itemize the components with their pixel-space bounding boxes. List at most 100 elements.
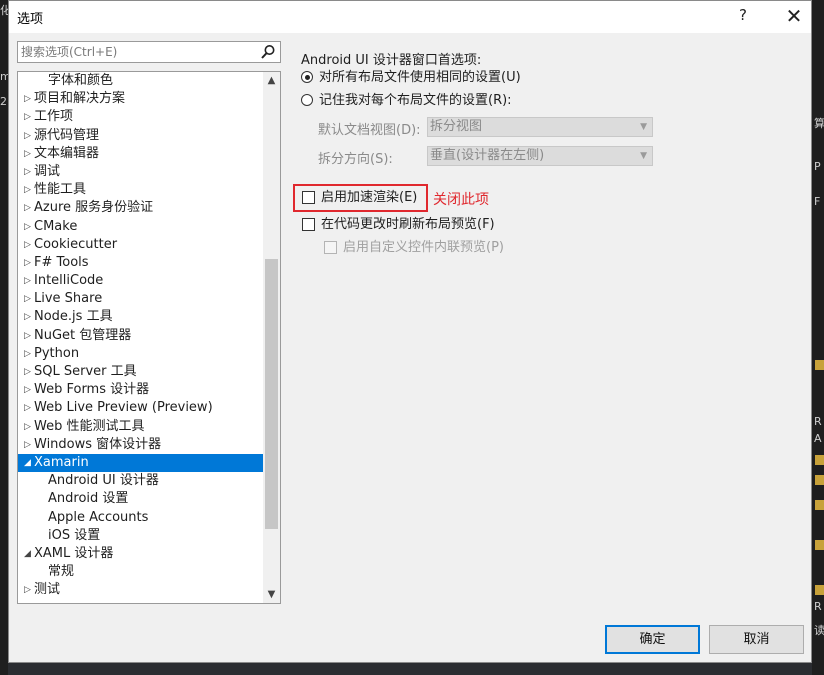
expanded-arrow-icon[interactable]: ◢ [24,454,34,472]
tree-item[interactable]: ▷ 测试 [18,581,264,599]
tree-item[interactable]: ◢ Xamarin [18,453,264,473]
tree-item[interactable]: ▷ 性能工具 [18,181,264,199]
tree-item-label: IntelliCode [34,273,104,289]
search-icon[interactable] [260,44,276,60]
collapsed-arrow-icon[interactable]: ▷ [24,108,34,126]
collapsed-arrow-icon[interactable]: ▷ [24,181,34,199]
cancel-button[interactable]: 取消 [709,625,804,654]
search-box [17,41,281,63]
collapsed-arrow-icon[interactable]: ▷ [24,345,34,363]
tree-list: 字体和颜色 ▷ 项目和解决方案 ▷ 工作项 ▷ 源代码管理 ▷ 文本编辑器 ▷ 调试 ▷ 性能工具 ▷ Az… [18,72,264,599]
tree-item[interactable]: ▷ 调试 [18,163,264,181]
tree-item-label: Web 性能测试工具 [34,418,145,434]
tree-item-label: 工作项 [34,109,74,125]
collapsed-arrow-icon[interactable]: ▷ [24,308,34,326]
collapsed-arrow-icon[interactable]: ▷ [24,290,34,308]
tree-item[interactable]: ▷ Cookiecutter [18,236,264,254]
checkbox-label: 启用加速渲染(E) [321,190,418,205]
options-dialog: 选项 ? ✕ 字体和颜色▷项目和解决方案▷工作项▷源代码管理▷文本编辑器▷调试▷… [8,0,812,663]
tree-item[interactable]: ▷ 源代码管理 [18,127,264,145]
ok-button[interactable]: 确定 [605,625,700,654]
background-marker [815,585,824,595]
section-heading: Android UI 设计器窗口首选项: [301,53,482,68]
tree-item-label: 项目和解决方案 [34,91,126,107]
scroll-up-icon[interactable]: ▲ [263,72,280,89]
collapsed-arrow-icon[interactable]: ▷ [24,218,34,236]
collapsed-arrow-icon[interactable]: ▷ [24,381,34,399]
tree-item-label: NuGet 包管理器 [34,327,132,343]
checkbox-icon[interactable] [302,218,315,231]
collapsed-arrow-icon[interactable]: ▷ [24,90,34,108]
scroll-thumb[interactable] [265,259,278,529]
background-text: P [814,160,821,173]
select-value: 垂直(设计器在左侧) [430,148,545,163]
collapsed-arrow-icon[interactable]: ▷ [24,145,34,163]
collapsed-arrow-icon[interactable]: ▷ [24,418,34,436]
tree-item-label: 字体和颜色 [48,73,114,88]
tree-item[interactable]: ▷ Node.js 工具 [18,308,264,326]
tree-item[interactable]: Android UI 设计器 [18,472,264,490]
tree-item-label: CMake [34,218,78,234]
radio-selected-icon[interactable] [301,71,313,83]
tree-item[interactable]: ▷ Web 性能测试工具 [18,418,264,436]
tree-item[interactable]: ▷ NuGet 包管理器 [18,327,264,345]
tree-item[interactable]: ▷ 工作项 [18,108,264,126]
checkbox-icon[interactable] [302,191,315,204]
tree-item[interactable]: ▷ Web Live Preview (Preview) [18,399,264,417]
select-value: 拆分视图 [430,119,483,134]
annotation-text: 关闭此项 [433,192,489,208]
background-app-left: 化 m 2 [0,0,11,675]
default-view-select[interactable]: 拆分视图 ▼ [427,117,653,137]
collapsed-arrow-icon[interactable]: ▷ [24,436,34,454]
tree-item[interactable]: ▷ SQL Server 工具 [18,363,264,381]
tree-item[interactable]: ▷ F# Tools [18,254,264,272]
collapsed-arrow-icon[interactable]: ▷ [24,199,34,217]
tree-item[interactable]: ▷ 文本编辑器 [18,145,264,163]
tree-item-label: 常规 [48,564,75,580]
tree-item[interactable]: ▷ Live Share [18,290,264,308]
split-direction-select[interactable]: 垂直(设计器在左侧) ▼ [427,146,653,166]
tree-item[interactable]: ▷ CMake [18,218,264,236]
background-app-right: 算 P F R A R 读 [812,0,824,675]
tree-item[interactable]: ▷ IntelliCode [18,272,264,290]
tree-item[interactable]: iOS 设置 [18,527,264,545]
tree-scrollbar[interactable]: ▲ ▼ [263,72,280,603]
background-text: R [814,415,822,428]
checkbox-icon[interactable] [324,241,337,254]
collapsed-arrow-icon[interactable]: ▷ [24,127,34,145]
tree-item-label: Cookiecutter [34,236,118,252]
tree-item[interactable]: 字体和颜色 [18,72,264,90]
tree-item-label: 调试 [34,163,61,179]
collapsed-arrow-icon[interactable]: ▷ [24,327,34,345]
tree-item-label: XAML 设计器 [34,545,114,561]
scroll-down-icon[interactable]: ▼ [263,586,280,603]
collapsed-arrow-icon[interactable]: ▷ [24,581,34,599]
collapsed-arrow-icon[interactable]: ▷ [24,363,34,381]
expanded-arrow-icon[interactable]: ◢ [24,545,34,563]
tree-item[interactable]: ▷ Windows 窗体设计器 [18,436,264,454]
tree-item[interactable]: ▷ Python [18,345,264,363]
title-bar[interactable]: 选项 ? ✕ [9,1,811,33]
tree-item[interactable]: ▷ Azure 服务身份验证 [18,199,264,217]
close-button[interactable]: ✕ [781,5,807,29]
tree-item-label: iOS 设置 [48,527,101,543]
collapsed-arrow-icon[interactable]: ▷ [24,399,34,417]
collapsed-arrow-icon[interactable]: ▷ [24,163,34,181]
checkbox-label: 在代码更改时刷新布局预览(F) [321,217,495,232]
default-view-label: 默认文档视图(D): [318,123,421,138]
help-button[interactable]: ? [731,6,755,28]
tree-item[interactable]: ▷ 项目和解决方案 [18,90,264,108]
search-input[interactable] [21,43,257,61]
tree-item[interactable]: 常规 [18,563,264,581]
chevron-down-icon: ▼ [640,122,647,132]
collapsed-arrow-icon[interactable]: ▷ [24,272,34,290]
tree-item[interactable]: Apple Accounts [18,509,264,527]
tree-item[interactable]: Android 设置 [18,490,264,508]
tree-item-label: 性能工具 [34,182,87,198]
tree-item[interactable]: ◢ XAML 设计器 [18,545,264,563]
radio-unselected-icon[interactable] [301,94,313,106]
collapsed-arrow-icon[interactable]: ▷ [24,254,34,272]
tree-item-label: Node.js 工具 [34,309,113,325]
collapsed-arrow-icon[interactable]: ▷ [24,236,34,254]
tree-item[interactable]: ▷ Web Forms 设计器 [18,381,264,399]
